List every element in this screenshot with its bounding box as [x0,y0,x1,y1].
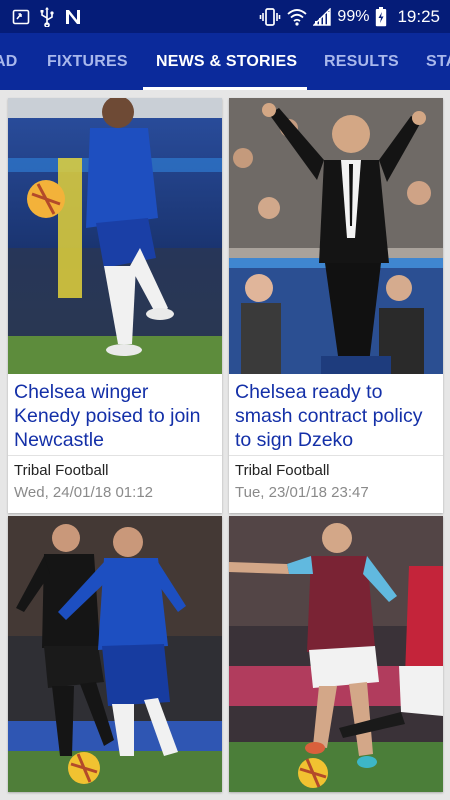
tab-results[interactable]: RESULTS [324,33,399,90]
article-source: Tribal Football [14,462,109,479]
usb-icon [40,6,54,27]
card-divider [8,455,222,456]
tab-fixtures[interactable]: FIXTURES [47,33,128,90]
status-bar-right: 99% 19:25 [259,6,440,27]
tab-squad[interactable]: AD [0,33,18,90]
news-card[interactable] [229,516,443,792]
tab-standings[interactable]: STA [426,33,450,90]
news-grid: Chelsea winger Kenedy poised to join New… [0,90,450,800]
article-photo [229,98,443,374]
article-title[interactable]: Chelsea winger Kenedy poised to join New… [14,380,218,452]
signal-icon [313,7,332,26]
status-bar-left [12,6,82,27]
n-app-icon [64,8,82,26]
article-photo [8,516,222,792]
article-title[interactable]: Chelsea ready to smash contract policy t… [235,380,439,452]
tab-bar: AD FIXTURES NEWS & STORIES RESULTS STA [0,33,450,90]
clock-time: 19:25 [397,6,440,26]
news-card[interactable]: Chelsea ready to smash contract policy t… [229,98,443,513]
battery-charging-icon [375,6,387,27]
article-photo [229,516,443,792]
wifi-icon [287,8,308,26]
news-card[interactable]: Chelsea winger Kenedy poised to join New… [8,96,222,513]
status-bar: 99% 19:25 [0,0,450,33]
battery-percent: 99% [337,7,370,25]
vibrate-icon [259,7,281,26]
card-divider [229,455,443,456]
article-date: Wed, 24/01/18 01:12 [14,484,153,501]
tab-news-stories[interactable]: NEWS & STORIES [156,33,297,90]
screen-cast-icon [12,8,30,26]
article-date: Tue, 23/01/18 23:47 [235,484,369,501]
article-photo [8,96,222,374]
article-source: Tribal Football [235,462,330,479]
news-card[interactable] [8,516,222,792]
